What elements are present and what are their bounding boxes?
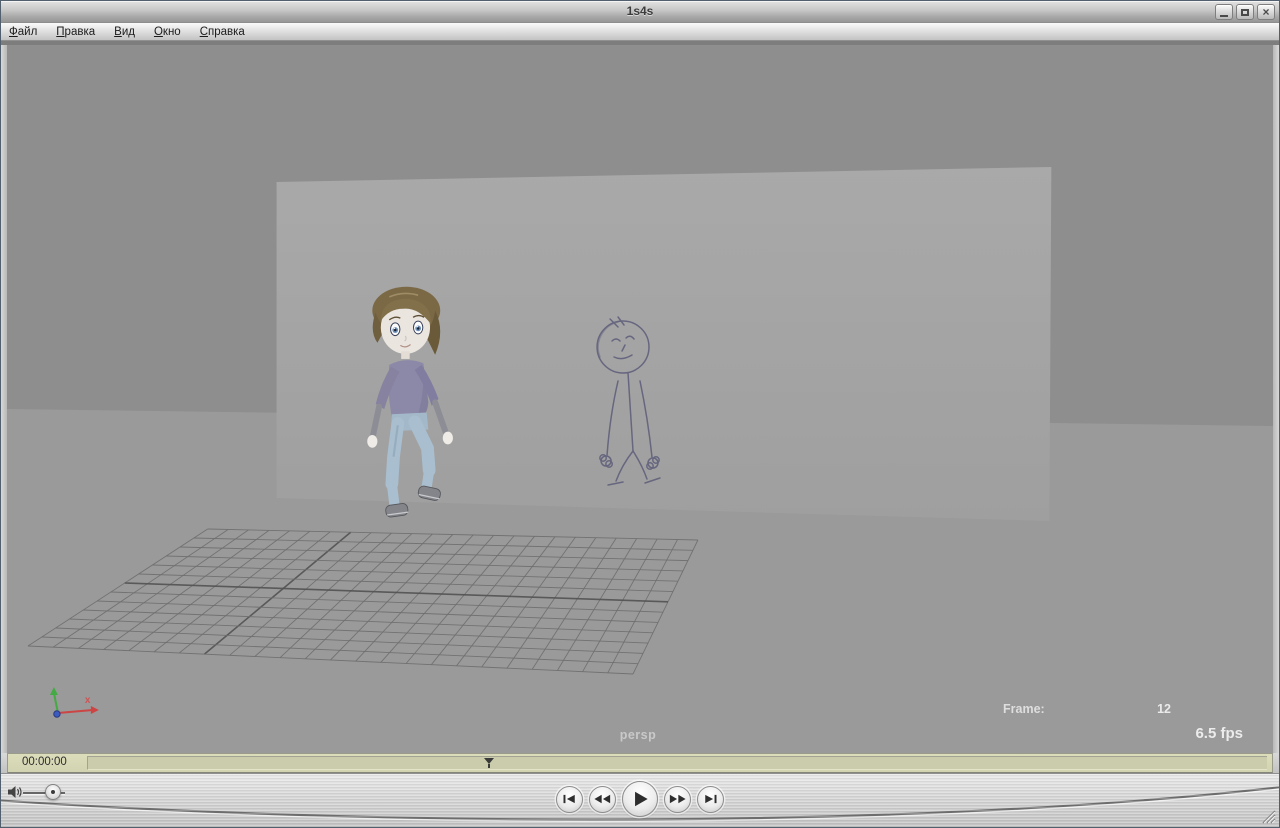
close-button[interactable]: ×	[1257, 4, 1275, 20]
jump-to-end-icon	[705, 794, 717, 804]
fast-forward-icon	[669, 794, 686, 804]
maximize-icon	[1241, 8, 1249, 16]
menu-help[interactable]: Справка	[198, 25, 247, 39]
rewind-button[interactable]	[589, 785, 616, 813]
volume-knob[interactable]	[45, 784, 62, 800]
menu-window[interactable]: Окно	[152, 25, 183, 39]
lcd-panel: 00:00:00	[7, 753, 1273, 773]
viewport-3d-scene: x	[7, 45, 1273, 753]
menu-edit[interactable]: Правка	[54, 25, 97, 39]
menu-view[interactable]: Вид	[112, 25, 137, 39]
rewind-icon	[594, 794, 611, 804]
fast-forward-button[interactable]	[664, 785, 691, 813]
menu-file[interactable]: Файл	[7, 25, 39, 39]
play-button[interactable]	[622, 781, 658, 817]
axis-x-label: x	[85, 695, 91, 706]
frame-label: Frame:	[1003, 702, 1045, 716]
jump-to-start-icon	[563, 794, 575, 804]
timecode-display: 00:00:00	[22, 756, 67, 768]
seek-track[interactable]	[87, 756, 1267, 770]
frame-right-edge	[1273, 45, 1279, 753]
frame-number: 12	[1157, 702, 1171, 716]
play-icon	[635, 791, 648, 807]
control-bar	[1, 773, 1279, 827]
title-bar[interactable]: 1s4s ×	[1, 1, 1279, 23]
jump-to-start-button[interactable]	[556, 785, 583, 813]
frame-left-edge	[1, 45, 7, 753]
resize-grip[interactable]	[1258, 806, 1276, 824]
close-icon: ×	[1262, 5, 1270, 19]
menu-bar: Файл Правка Вид Окно Справка	[1, 23, 1279, 41]
jump-to-end-button[interactable]	[697, 785, 724, 813]
window-controls: ×	[1215, 4, 1275, 20]
minimize-icon	[1220, 14, 1228, 17]
transport-controls	[556, 781, 724, 817]
maximize-button[interactable]	[1236, 4, 1254, 20]
video-frame: x persp Frame: 12 6.5 fps	[7, 45, 1273, 753]
timeline-bar: 00:00:00	[1, 753, 1279, 773]
player-window: 1s4s × Файл Правка Вид Окно Справка x pe…	[0, 0, 1280, 828]
playhead-marker[interactable]	[483, 758, 494, 768]
fps-indicator: 6.5 fps	[1195, 725, 1243, 742]
minimize-button[interactable]	[1215, 4, 1233, 20]
video-area: x persp Frame: 12 6.5 fps	[1, 41, 1279, 753]
camera-name-label: persp	[619, 728, 657, 742]
speaker-icon	[8, 786, 22, 798]
window-title: 1s4s	[626, 4, 654, 18]
volume-control	[7, 782, 87, 804]
